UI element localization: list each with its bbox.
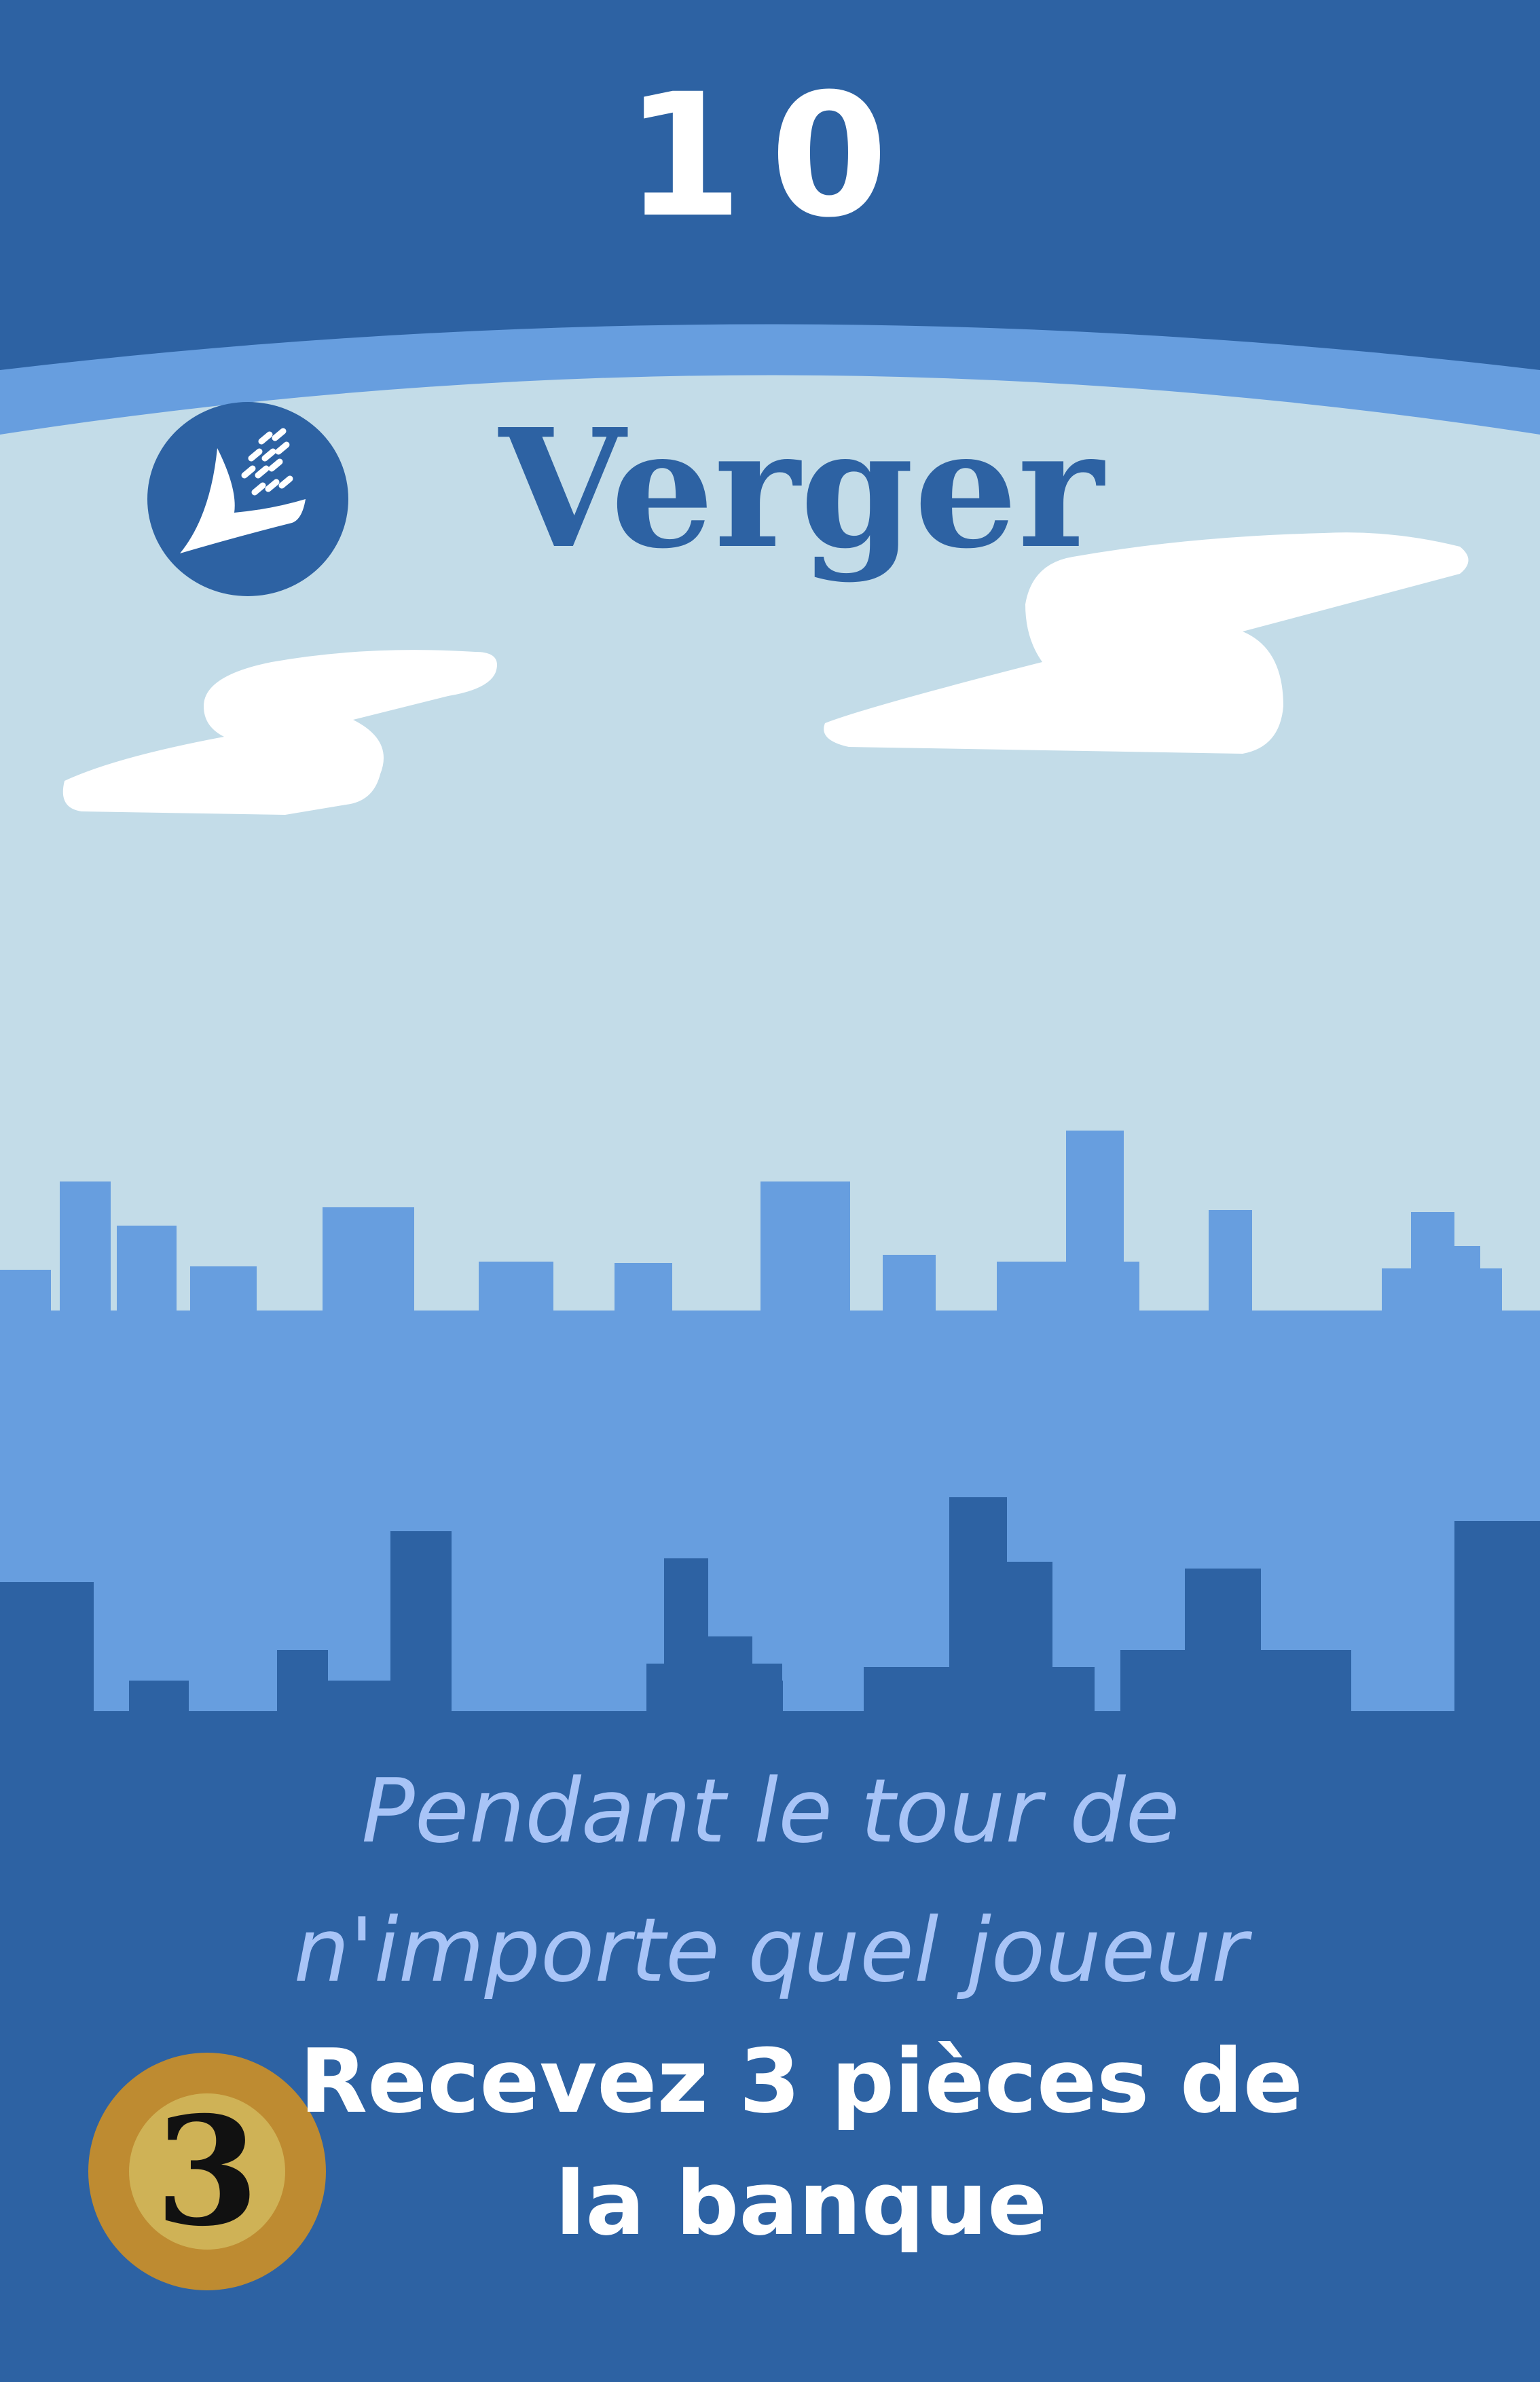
effect-text-line1: Recevez 3 pièces de — [299, 2030, 1303, 2133]
effect-text: Recevez 3 pièces de la banque — [224, 2020, 1378, 2265]
trigger-text-line1: Pendant le tour de — [361, 1759, 1180, 1863]
trigger-text-line2: n'importe quel joueur — [293, 1899, 1248, 2002]
activation-number: 10 — [625, 57, 915, 255]
card-title: Verger — [498, 393, 1104, 585]
wheat-icon — [146, 402, 350, 599]
game-card[interactable]: 10 Verger Pendant le tour de n'importe q… — [0, 0, 1540, 2382]
cost-value: 3 — [155, 2083, 259, 2259]
trigger-text: Pendant le tour de n'importe quel joueur — [136, 1742, 1406, 2020]
effect-text-line2: la banque — [555, 2152, 1048, 2255]
